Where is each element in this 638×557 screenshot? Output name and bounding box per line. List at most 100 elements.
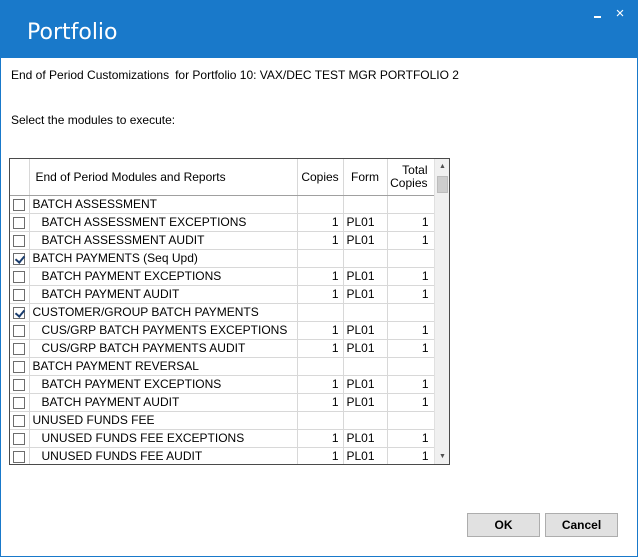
ok-button[interactable]: OK (467, 513, 540, 537)
scroll-up-button[interactable]: ▲ (435, 159, 449, 174)
module-checkbox[interactable] (13, 324, 26, 337)
copies-cell[interactable]: 1 (297, 375, 344, 394)
copies-cell[interactable] (297, 195, 344, 214)
copies-cell[interactable] (297, 411, 344, 430)
form-cell[interactable]: PL01 (343, 375, 388, 394)
module-row[interactable]: BATCH PAYMENT AUDIT 1 PL01 1 (10, 393, 435, 412)
form-cell[interactable]: PL01 (343, 447, 388, 464)
form-cell[interactable]: PL01 (343, 393, 388, 412)
total-copies-cell[interactable]: 1 (387, 429, 435, 448)
module-row[interactable]: UNUSED FUNDS FEE AUDIT 1 PL01 1 (10, 447, 435, 464)
total-copies-cell[interactable] (387, 411, 435, 430)
module-checkbox[interactable] (13, 198, 26, 211)
module-checkbox[interactable] (13, 396, 26, 409)
row-checkbox-cell (10, 339, 30, 358)
form-cell[interactable]: PL01 (343, 429, 388, 448)
vertical-scrollbar[interactable]: ▲ ▼ (434, 159, 449, 464)
form-cell[interactable] (343, 357, 388, 376)
column-header-form[interactable]: Form (343, 159, 388, 196)
form-cell[interactable] (343, 249, 388, 268)
form-cell[interactable]: PL01 (343, 231, 388, 250)
copies-cell[interactable]: 1 (297, 321, 344, 340)
module-row[interactable]: BATCH PAYMENT EXCEPTIONS 1 PL01 1 (10, 267, 435, 286)
total-copies-cell[interactable]: 1 (387, 321, 435, 340)
module-row[interactable]: CUS/GRP BATCH PAYMENTS EXCEPTIONS 1 PL01 1 (10, 321, 435, 340)
module-prompt: Select the modules to execute: (11, 113, 176, 127)
copies-cell[interactable] (297, 357, 344, 376)
portfolio-dialog: Portfolio × End of Period Customizations… (0, 0, 638, 557)
minimize-button[interactable] (586, 3, 608, 25)
column-header-copies[interactable]: Copies (297, 159, 344, 196)
form-cell[interactable]: PL01 (343, 267, 388, 286)
total-copies-cell[interactable]: 1 (387, 375, 435, 394)
copies-cell[interactable]: 1 (297, 267, 344, 286)
total-header-line1: Total (402, 162, 428, 177)
module-checkbox[interactable] (13, 414, 26, 427)
module-checkbox[interactable] (13, 450, 26, 463)
module-row[interactable]: BATCH PAYMENT EXCEPTIONS 1 PL01 1 (10, 375, 435, 394)
copies-cell[interactable]: 1 (297, 447, 344, 464)
total-copies-cell[interactable] (387, 195, 435, 214)
module-row[interactable]: CUSTOMER/GROUP BATCH PAYMENTS (10, 303, 435, 322)
portfolio-text: for Portfolio 10: VAX/DEC TEST MGR PORTF… (175, 68, 459, 82)
module-name: BATCH PAYMENT REVERSAL (29, 357, 298, 376)
total-copies-cell[interactable]: 1 (387, 213, 435, 232)
module-row[interactable]: BATCH PAYMENTS (Seq Upd) (10, 249, 435, 268)
form-cell[interactable]: PL01 (343, 213, 388, 232)
total-copies-cell[interactable] (387, 249, 435, 268)
row-checkbox-cell (10, 285, 30, 304)
modules-grid[interactable]: End of Period Modules and Reports Copies… (9, 158, 450, 465)
total-copies-cell[interactable]: 1 (387, 447, 435, 464)
copies-cell[interactable]: 1 (297, 339, 344, 358)
column-header-total-copies[interactable]: Total Copies (387, 159, 435, 196)
module-row[interactable]: BATCH PAYMENT REVERSAL (10, 357, 435, 376)
copies-cell[interactable] (297, 303, 344, 322)
form-cell[interactable]: PL01 (343, 285, 388, 304)
total-copies-cell[interactable]: 1 (387, 231, 435, 250)
column-header-name[interactable]: End of Period Modules and Reports (29, 159, 298, 196)
copies-cell[interactable]: 1 (297, 393, 344, 412)
total-copies-cell[interactable]: 1 (387, 267, 435, 286)
checkbox-column-header[interactable] (10, 159, 30, 196)
module-row[interactable]: UNUSED FUNDS FEE (10, 411, 435, 430)
form-cell[interactable] (343, 303, 388, 322)
scroll-down-button[interactable]: ▼ (435, 449, 449, 464)
form-cell[interactable]: PL01 (343, 339, 388, 358)
module-checkbox[interactable] (13, 360, 26, 373)
copies-cell[interactable]: 1 (297, 213, 344, 232)
module-checkbox[interactable] (13, 342, 26, 355)
module-checkbox[interactable] (13, 216, 26, 229)
total-copies-cell[interactable]: 1 (387, 393, 435, 412)
module-row[interactable]: BATCH ASSESSMENT EXCEPTIONS 1 PL01 1 (10, 213, 435, 232)
copies-cell[interactable] (297, 249, 344, 268)
module-row[interactable]: BATCH ASSESSMENT AUDIT 1 PL01 1 (10, 231, 435, 250)
module-row[interactable]: CUS/GRP BATCH PAYMENTS AUDIT 1 PL01 1 (10, 339, 435, 358)
module-row[interactable]: UNUSED FUNDS FEE EXCEPTIONS 1 PL01 1 (10, 429, 435, 448)
cancel-button[interactable]: Cancel (545, 513, 618, 537)
form-cell[interactable] (343, 195, 388, 214)
module-checkbox[interactable] (13, 252, 26, 265)
module-checkbox[interactable] (13, 306, 26, 319)
module-checkbox[interactable] (13, 288, 26, 301)
total-copies-cell[interactable] (387, 303, 435, 322)
module-checkbox[interactable] (13, 432, 26, 445)
module-row[interactable]: BATCH ASSESSMENT (10, 195, 435, 214)
module-name: CUS/GRP BATCH PAYMENTS AUDIT (29, 339, 298, 358)
close-button[interactable]: × (609, 3, 631, 25)
row-checkbox-cell (10, 195, 30, 214)
row-checkbox-cell (10, 357, 30, 376)
module-checkbox[interactable] (13, 234, 26, 247)
module-checkbox[interactable] (13, 270, 26, 283)
copies-cell[interactable]: 1 (297, 231, 344, 250)
customization-heading: End of Period Customizations for Portfoli… (11, 68, 459, 82)
total-copies-cell[interactable]: 1 (387, 339, 435, 358)
form-cell[interactable] (343, 411, 388, 430)
copies-cell[interactable]: 1 (297, 429, 344, 448)
module-row[interactable]: BATCH PAYMENT AUDIT 1 PL01 1 (10, 285, 435, 304)
copies-cell[interactable]: 1 (297, 285, 344, 304)
module-checkbox[interactable] (13, 378, 26, 391)
form-cell[interactable]: PL01 (343, 321, 388, 340)
scroll-thumb[interactable] (437, 176, 448, 193)
total-copies-cell[interactable]: 1 (387, 285, 435, 304)
total-copies-cell[interactable] (387, 357, 435, 376)
